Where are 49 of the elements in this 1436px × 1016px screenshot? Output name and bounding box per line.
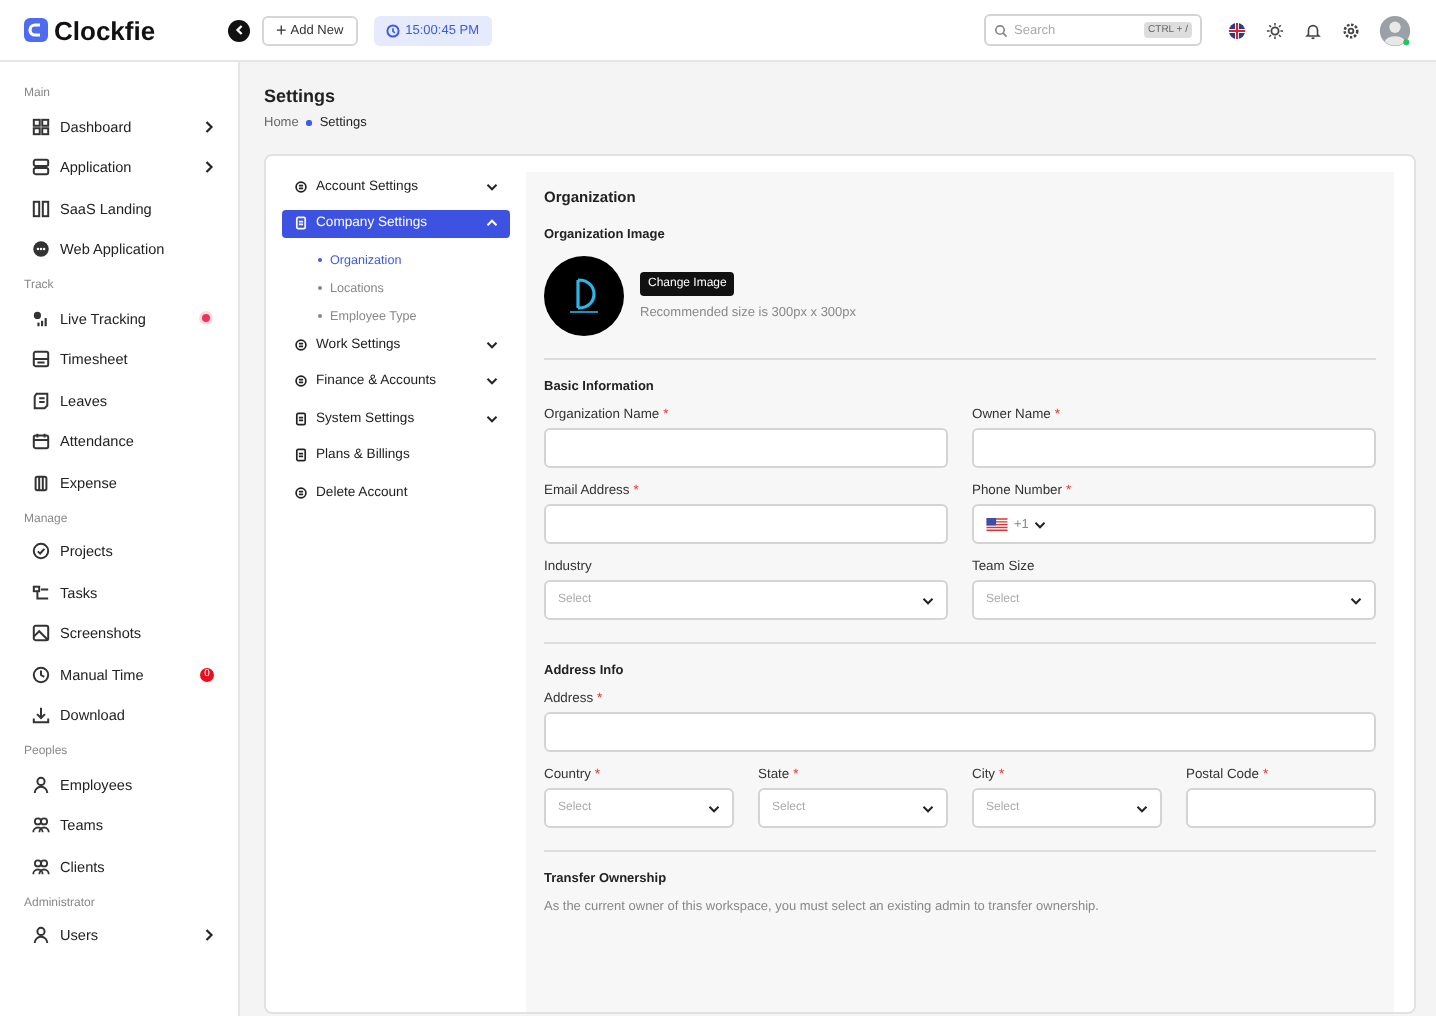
grid-icon xyxy=(32,117,50,136)
chevron-down-icon xyxy=(922,803,934,813)
logo-text: Clockfie xyxy=(54,15,156,45)
notification-dot xyxy=(202,314,210,323)
sun-icon[interactable] xyxy=(1266,21,1284,39)
table-icon xyxy=(32,350,50,369)
chevron-right-icon xyxy=(204,160,214,175)
chevron-down-icon xyxy=(486,181,498,191)
chevron-down-icon xyxy=(1350,595,1362,605)
collapse-sidebar-button[interactable] xyxy=(228,19,250,41)
image-icon xyxy=(32,624,50,643)
server-icon xyxy=(32,158,50,177)
notification-icon[interactable] xyxy=(1304,21,1322,39)
logo-icon xyxy=(24,18,48,42)
chevron-right-icon xyxy=(204,119,214,134)
users-icon xyxy=(32,816,50,835)
chevron-right-icon xyxy=(204,928,214,943)
document-icon xyxy=(32,391,50,410)
user-avatar[interactable] xyxy=(1378,13,1412,47)
search-icon xyxy=(994,23,1008,37)
chevron-down-icon xyxy=(1136,803,1148,813)
clock-icon xyxy=(32,665,50,684)
list-icon xyxy=(32,583,50,602)
organization-logo xyxy=(544,256,624,336)
users-icon xyxy=(32,857,50,876)
text-input[interactable] xyxy=(544,712,1376,752)
chevron-down-icon xyxy=(922,595,934,605)
chevron-down-icon xyxy=(486,376,498,386)
flag-icon[interactable] xyxy=(1228,21,1246,39)
chart-icon xyxy=(32,309,50,328)
text-input[interactable] xyxy=(972,428,1376,468)
chevron-up-icon xyxy=(486,218,498,228)
chevron-down-icon xyxy=(708,803,720,813)
check-circle-icon xyxy=(32,542,50,561)
text-input[interactable] xyxy=(544,504,948,544)
calendar-icon xyxy=(32,432,50,451)
chevron-down-icon xyxy=(486,413,498,423)
globe-icon xyxy=(32,240,50,259)
chevron-down-icon xyxy=(1034,519,1047,529)
text-input[interactable] xyxy=(544,428,948,468)
page-title: Settings xyxy=(264,86,338,106)
settings-icon[interactable] xyxy=(1342,21,1360,39)
chevron-left-icon xyxy=(231,22,247,38)
columns-icon xyxy=(32,199,50,218)
breadcrumb-separator-icon xyxy=(306,120,312,126)
download-icon xyxy=(32,706,50,725)
flag-icon xyxy=(986,517,1008,531)
chevron-down-icon xyxy=(486,339,498,349)
text-input[interactable] xyxy=(1186,788,1376,828)
